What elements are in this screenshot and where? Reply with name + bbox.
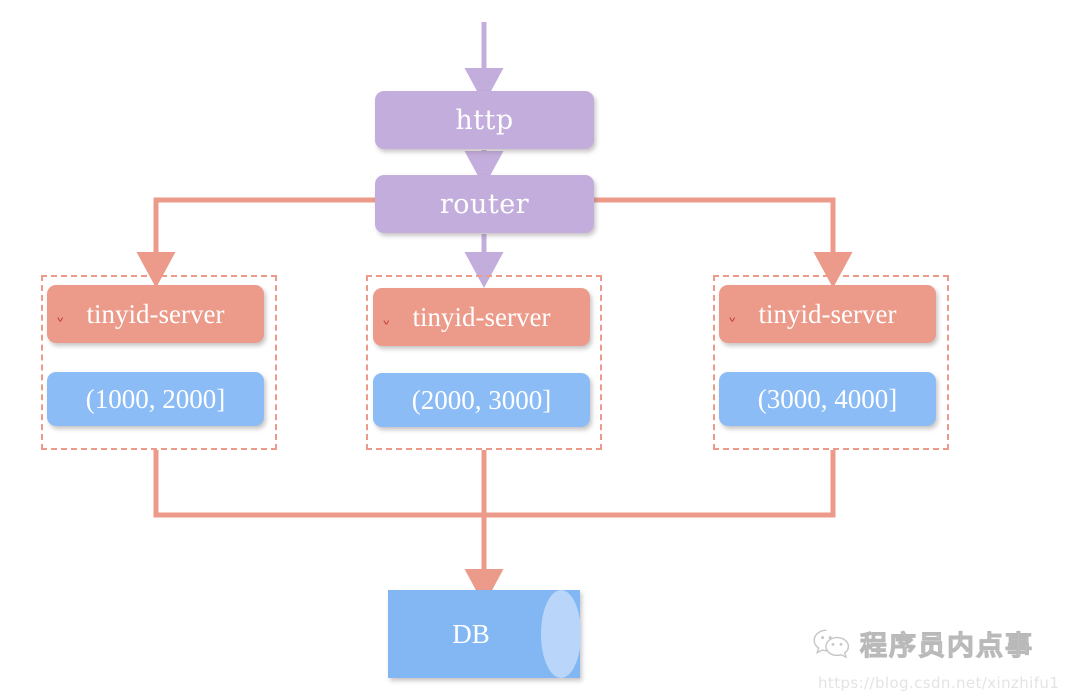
node-tinyid-server-3-label: tinyid-server: [758, 298, 897, 329]
wechat-icon: [813, 629, 850, 659]
node-segment-range-3-label: (3000, 4000]: [757, 383, 898, 414]
node-segment-range-2[interactable]: (2000, 3000]: [373, 373, 590, 427]
node-tinyid-server-3[interactable]: tinyid-server: [719, 285, 936, 343]
node-http-label: http: [455, 104, 514, 136]
watermark-brand-text: 程序员内点事: [860, 631, 1034, 663]
watermark-url: https://blog.csdn.net/xinzhifu1: [818, 674, 1060, 692]
node-segment-range-2-label: (2000, 3000]: [411, 384, 552, 415]
spellcheck-caret-2: ᵛ: [383, 318, 391, 333]
node-segment-range-1[interactable]: (1000, 2000]: [47, 372, 264, 426]
node-tinyid-server-2[interactable]: tinyid-server: [373, 288, 590, 346]
node-router[interactable]: router: [375, 175, 594, 233]
node-database[interactable]: DB: [388, 590, 581, 678]
wire-server-1-to-bus: [153, 450, 484, 518]
node-router-label: router: [439, 188, 530, 220]
diagram-canvas: http router tinyid-server ᵛ (1000, 2000]…: [0, 0, 1066, 698]
node-http[interactable]: http: [375, 91, 594, 149]
node-tinyid-server-2-label: tinyid-server: [412, 301, 551, 332]
node-tinyid-server-1[interactable]: tinyid-server: [47, 285, 264, 343]
node-segment-range-1-label: (1000, 2000]: [85, 383, 226, 414]
watermark: 程序员内点事 https://blog.csdn.net/xinzhifu1: [812, 624, 1062, 696]
node-segment-range-3[interactable]: (3000, 4000]: [719, 372, 936, 426]
node-tinyid-server-1-label: tinyid-server: [86, 298, 225, 329]
node-database-label: DB: [452, 618, 490, 649]
watermark-brand: 程序员内点事: [812, 624, 1034, 663]
spellcheck-caret-1: ᵛ: [57, 315, 65, 330]
spellcheck-caret-3: ᵛ: [729, 315, 737, 330]
wire-server-3-to-bus: [484, 450, 836, 518]
